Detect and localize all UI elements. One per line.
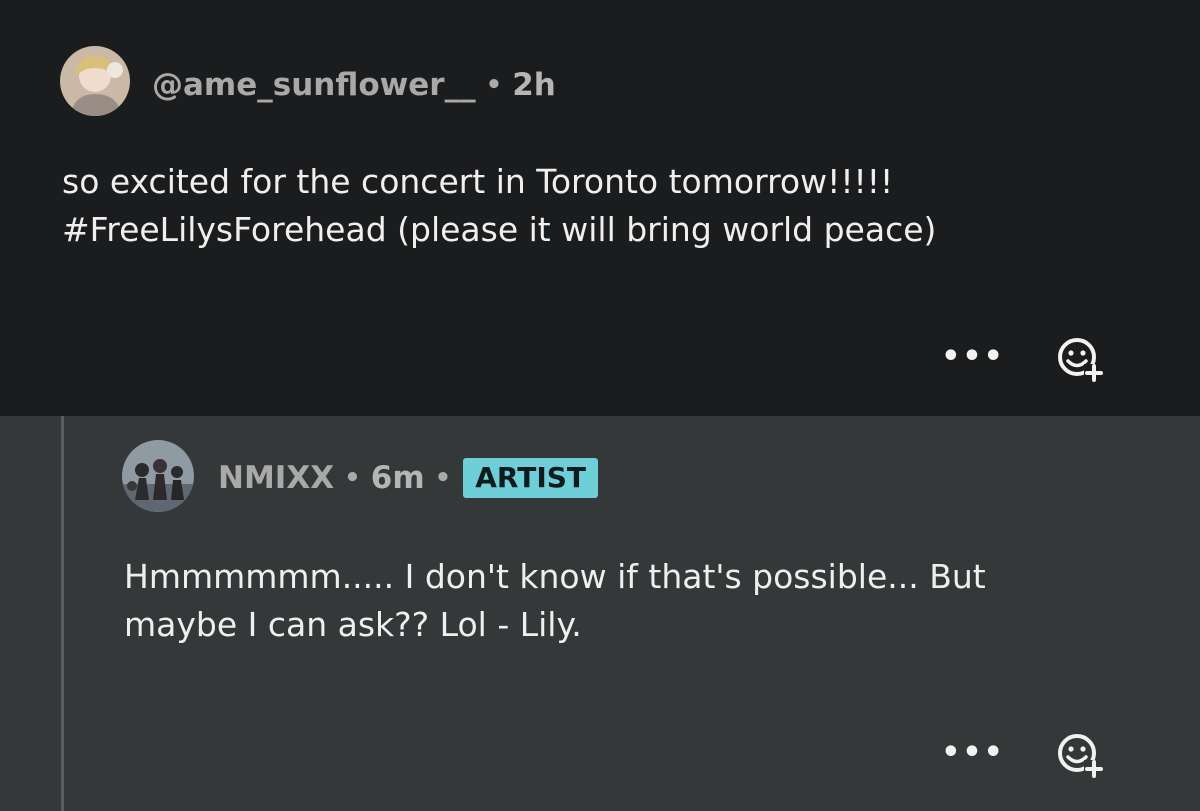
ellipsis-icon: ••• [941, 338, 1005, 374]
ellipsis-icon: ••• [941, 734, 1005, 770]
more-options-button[interactable]: ••• [941, 338, 1003, 374]
timestamp: 2h [512, 67, 556, 103]
thread-line [61, 416, 64, 811]
post-meta: @ame_sunflower__ • 2h [152, 64, 556, 106]
reply-body: Hmmmmmm..... I don't know if that's poss… [124, 557, 986, 644]
add-reaction-icon [1058, 338, 1104, 382]
add-reaction-button[interactable] [1054, 730, 1106, 780]
reply-comment: NMIXX • 6m • ARTIST Hmmmmmm..... I don't… [0, 416, 1200, 811]
reply-meta: NMIXX • 6m • ARTIST [218, 457, 599, 499]
separator-dot: • [434, 463, 452, 493]
add-reaction-button[interactable] [1054, 334, 1106, 384]
artist-badge: ARTIST [463, 458, 599, 498]
separator-dot: • [344, 463, 361, 493]
timestamp: 6m [370, 460, 425, 496]
username[interactable]: @ame_sunflower__ [152, 67, 476, 103]
add-reaction-icon [1058, 734, 1104, 778]
artist-avatar[interactable] [122, 440, 194, 512]
post-body: so excited for the concert in Toronto to… [62, 162, 937, 249]
user-avatar[interactable] [60, 46, 130, 116]
more-options-button[interactable]: ••• [941, 734, 1003, 770]
separator-dot: • [485, 70, 503, 100]
original-post: @ame_sunflower__ • 2h so excited for the… [0, 0, 1200, 416]
username[interactable]: NMIXX [218, 460, 334, 496]
